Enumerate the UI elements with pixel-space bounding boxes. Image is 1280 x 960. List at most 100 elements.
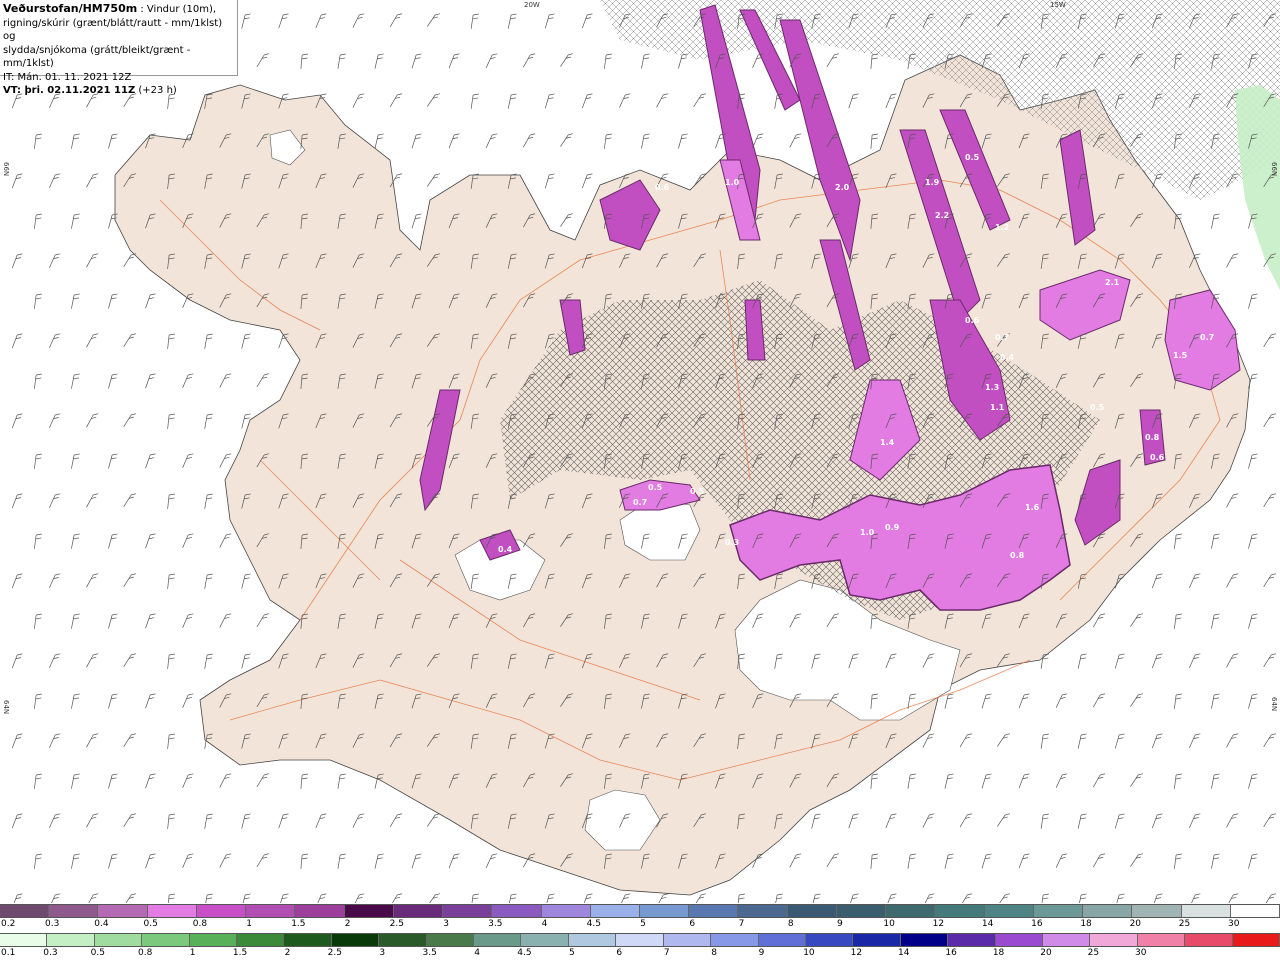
legend-tick-label: 25 — [1178, 919, 1191, 929]
legend-swatch — [711, 934, 759, 946]
legend-swatch — [521, 934, 569, 946]
legend-swatch — [836, 905, 887, 917]
legend-swatch — [805, 934, 854, 946]
legend-tick-label: 1 — [246, 919, 253, 929]
legend-tick-label: 20 — [1129, 919, 1142, 929]
legend-tick-label: 0.2 — [1, 919, 16, 929]
map-value-label: 0.8 — [1010, 551, 1025, 560]
legend-tick-label: 7 — [738, 919, 745, 929]
legend-tick-label: 0.8 — [138, 948, 153, 958]
map-value-label: 0.4 — [498, 545, 513, 554]
legend-swatch — [1083, 905, 1133, 917]
legend-tick-label: 16 — [1031, 919, 1043, 929]
legend-tick-label: 1.5 — [232, 948, 248, 958]
legend-tick-label: 1 — [189, 948, 196, 958]
map-value-label: 0.5 — [648, 483, 663, 492]
legend-swatch — [1137, 934, 1186, 946]
header-title-suffix: : Vindur (10m), — [137, 4, 217, 15]
legend-swatch — [94, 934, 143, 946]
map-value-label: 0.4 — [1000, 353, 1015, 362]
legend-swatch — [474, 934, 522, 946]
legend-tick-label: 4 — [541, 919, 548, 929]
legend-tick-label: 1.5 — [291, 919, 306, 929]
map-value-label: 0.7 — [1200, 333, 1214, 342]
forecast-header: Veðurstofan/HM750m : Vindur (10m), rigni… — [0, 0, 238, 96]
legend-tick-label: 2.5 — [327, 948, 343, 958]
map-value-label: 1.6 — [1025, 503, 1040, 512]
header-line-3: slydda/snjókoma (grátt/bleikt/grænt - mm… — [3, 44, 191, 70]
map-value-label: 1.0 — [725, 178, 740, 187]
legend-tick-label: 30 — [1228, 919, 1240, 929]
header-lead-time: (+23 h) — [135, 85, 177, 96]
legend-tick-label: 4 — [474, 948, 480, 958]
legend-swatch — [426, 934, 475, 946]
legend-swatch — [189, 934, 238, 946]
legend-swatch — [1033, 905, 1084, 917]
legend-swatch — [47, 934, 95, 946]
legend-swatch — [237, 934, 285, 946]
map-value-label: 0.5 — [965, 153, 980, 162]
legend-tick-label: 0.3 — [43, 948, 58, 958]
legend-rain-ticks: 0.1 0.3 0.5 0.8 1 1.5 2 2.5 3 3.5 4 4.5 5 6 7 8 9 10 12 14 1… — [0, 948, 1280, 960]
lat-label-66n-left: 66N — [2, 162, 10, 177]
legend-tick-label: 8 — [711, 948, 717, 958]
legend-swatch — [640, 905, 690, 917]
legend-swatch — [1230, 905, 1280, 917]
legend-tick-label: 3 — [379, 948, 386, 958]
legend-swatch — [379, 934, 427, 946]
lat-label-66n-right: 66N — [1270, 162, 1278, 177]
map-value-label: 1.5 — [1173, 351, 1188, 360]
map-value-label: 0.6 — [965, 316, 980, 325]
legend-tick-label: 2.5 — [389, 919, 405, 929]
legend-tick-label: 9 — [758, 948, 765, 958]
legend-tick-label: 6 — [616, 948, 623, 958]
legend-tick-label: 3.5 — [422, 948, 437, 958]
legend-swatch — [246, 905, 296, 917]
legend-swatch — [0, 905, 50, 917]
map-value-label: 0.8 — [1145, 433, 1160, 442]
map-value-label: 0.7 — [995, 333, 1009, 342]
legend-swatch — [295, 905, 345, 917]
lat-label-64n-left: 64N — [2, 700, 10, 715]
header-title: Veðurstofan/HM750m — [3, 2, 138, 15]
legend-tick-label: 2 — [284, 948, 291, 958]
map-value-label: 2.1 — [1105, 278, 1120, 287]
legend-tick-label: 18 — [1080, 919, 1092, 929]
legend-tick-label: 2 — [344, 919, 351, 929]
legend-swatch — [1090, 934, 1138, 946]
legend-swatch — [1232, 934, 1280, 946]
legend-tick-label: 10 — [803, 948, 815, 958]
legend-tick-label: 12 — [850, 948, 863, 958]
legend-swatch — [738, 905, 788, 917]
color-legend: 0.2 0.3 0.4 0.5 0.8 1 1.5 2 2.5 3 3.5 4 4.5 5 6 7 8 9 10 12… — [0, 903, 1280, 960]
legend-swatch — [853, 934, 901, 946]
legend-tick-label: 0.8 — [192, 919, 208, 929]
legend-tick-label: 14 — [898, 948, 910, 958]
map-value-label: 1.4 — [880, 438, 895, 447]
header-line-2: rigning/skúrir (grænt/blátt/rautt - mm/1… — [3, 17, 223, 43]
legend-tick-label: 25 — [1087, 948, 1100, 958]
legend-swatch — [948, 934, 996, 946]
header-vt-label: VT: — [3, 85, 22, 96]
legend-swatch — [284, 934, 332, 946]
map-value-label: 0.5 — [1090, 403, 1105, 412]
legend-swatch — [568, 934, 617, 946]
legend-tick-label: 3.5 — [488, 919, 503, 929]
legend-snow-ticks: 0.2 0.3 0.4 0.5 0.8 1 1.5 2 2.5 3 3.5 4 4.5 5 6 7 8 9 10 12… — [0, 919, 1280, 931]
lon-label-20w: 20W — [524, 1, 540, 9]
legend-swatch — [689, 905, 739, 917]
legend-tick-label: 4.5 — [586, 919, 601, 929]
legend-swatch — [935, 905, 985, 917]
forecast-map: 0.5 0.6 1.0 2.0 1.9 2.2 0.7 0.4 1.3 1.1 0.6 0.9 1.0 0… — [0, 0, 1280, 903]
legend-swatch — [443, 905, 493, 917]
legend-tick-label: 6 — [689, 919, 696, 929]
legend-swatch — [49, 905, 99, 917]
legend-tick-label: 0.4 — [94, 919, 109, 929]
legend-tick-label: 0.1 — [1, 948, 16, 958]
legend-swatch — [590, 905, 640, 917]
legend-tick-label: 0.5 — [143, 919, 158, 929]
legend-tick-label: 14 — [981, 919, 994, 929]
map-value-label: 2.0 — [835, 183, 850, 192]
map-value-label: 0.7 — [633, 498, 647, 507]
header-valid-time: þri. 02.11.2021 11Z — [21, 85, 136, 96]
